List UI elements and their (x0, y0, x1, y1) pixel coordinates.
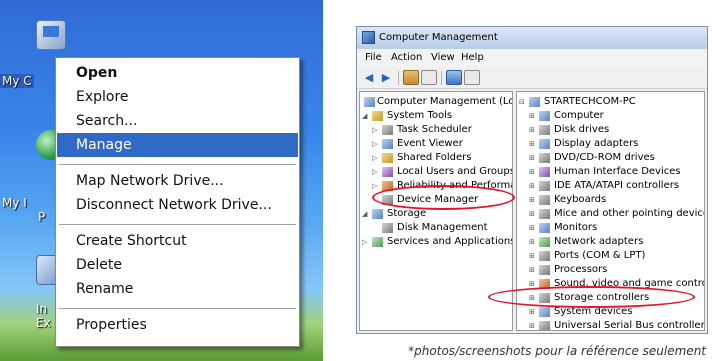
monitor-icon (539, 223, 550, 233)
shared-folders-icon (382, 153, 393, 163)
computer-management-icon (362, 31, 375, 44)
computer-icon (529, 97, 540, 107)
computer-management-icon (364, 97, 375, 107)
processor-icon (539, 265, 550, 275)
plus-expander-icon[interactable]: ⊞ (529, 263, 538, 277)
menu-disconnect-network-drive[interactable]: Disconnect Network Drive... (57, 193, 298, 217)
plus-expander-icon[interactable]: ⊞ (529, 109, 538, 123)
collapsed-triangle-icon[interactable]: ▷ (372, 123, 381, 137)
menu-separator (59, 164, 296, 165)
system-devices-icon (539, 307, 550, 317)
plus-expander-icon[interactable]: ⊞ (529, 305, 538, 319)
properties-icon[interactable] (464, 70, 480, 85)
menu-map-network-drive[interactable]: Map Network Drive... (57, 169, 298, 193)
menu-explore[interactable]: Explore (57, 85, 298, 109)
menu-create-shortcut[interactable]: Create Shortcut (57, 229, 298, 253)
back-arrow-icon[interactable]: ◀ (361, 70, 377, 85)
display-adapter-icon (539, 139, 550, 149)
window-title-text: Computer Management (379, 32, 498, 43)
users-group-icon (382, 167, 393, 177)
mouse-icon (539, 209, 550, 219)
desktop-label-ex[interactable]: Ex (36, 316, 51, 330)
dvd-drive-icon (539, 153, 550, 163)
context-menu: Open Explore Search... Manage Map Networ… (55, 57, 300, 347)
hid-icon (539, 167, 550, 177)
desktop-label-p[interactable]: P (38, 210, 45, 224)
disk-management-icon (382, 223, 393, 233)
plus-expander-icon[interactable]: ⊞ (529, 249, 538, 263)
plus-expander-icon[interactable]: ⊞ (529, 137, 538, 151)
window-title: Computer Management (357, 27, 707, 49)
plus-expander-icon[interactable]: ⊞ (529, 319, 538, 330)
plus-expander-icon[interactable]: ⊞ (529, 235, 538, 249)
expanded-triangle-icon[interactable]: ◢ (362, 109, 371, 123)
show-hide-tree-icon[interactable] (421, 70, 437, 85)
toolbar-separator (398, 71, 399, 85)
computer-management-window: Computer Management File Action View Hel… (356, 26, 708, 334)
plus-expander-icon[interactable]: ⊞ (529, 221, 538, 235)
menu-view[interactable]: View (431, 49, 455, 67)
storage-controller-icon (539, 293, 550, 303)
services-icon (372, 237, 383, 247)
collapsed-triangle-icon[interactable]: ▷ (362, 235, 371, 249)
menu-rename[interactable]: Rename (57, 277, 298, 301)
my-computer-icon[interactable] (36, 20, 66, 50)
menu-search[interactable]: Search... (57, 109, 298, 133)
forward-arrow-icon[interactable]: ▶ (378, 70, 394, 85)
event-viewer-icon (382, 139, 393, 149)
up-folder-icon[interactable] (403, 70, 419, 85)
sound-icon (539, 279, 550, 289)
menu-bar: File Action View Help (357, 49, 707, 67)
xp-desktop: My C My I P In Ex Open Explore Search...… (0, 0, 323, 361)
caption: *photos/screenshots pour la référence se… (408, 344, 706, 358)
computer-icon (539, 111, 550, 121)
reliability-icon (382, 181, 393, 191)
plus-expander-icon[interactable]: ⊞ (529, 165, 538, 179)
desktop-label-my-i[interactable]: My I (2, 196, 27, 210)
help-icon[interactable] (446, 70, 462, 85)
port-icon (539, 251, 550, 261)
my-computer-label[interactable]: My C (0, 74, 34, 88)
device-list-pane: ⊟ STARTECHCOM-PC ⊞ Computer ⊞ Disk drives … (516, 91, 705, 331)
menu-open[interactable]: Open (57, 61, 298, 85)
collapsed-triangle-icon[interactable]: ▷ (372, 179, 381, 193)
usb-icon (539, 321, 550, 330)
desktop-label-in[interactable]: In (36, 302, 47, 316)
disk-drive-icon (539, 125, 550, 135)
plus-expander-icon[interactable]: ⊞ (529, 179, 538, 193)
plus-expander-icon[interactable]: ⊞ (529, 193, 538, 207)
menu-manage[interactable]: Manage (57, 133, 298, 157)
expanded-triangle-icon[interactable]: ◢ (362, 207, 371, 221)
device-manager-icon (382, 195, 393, 205)
menu-delete[interactable]: Delete (57, 253, 298, 277)
menu-file[interactable]: File (365, 49, 382, 67)
plus-expander-icon[interactable]: ⊞ (529, 277, 538, 291)
menu-help[interactable]: Help (461, 49, 484, 67)
console-tree-pane: Computer Management (Local ◢ System Tool… (359, 91, 513, 331)
plus-expander-icon[interactable]: ⊞ (529, 151, 538, 165)
ide-controller-icon (539, 181, 550, 191)
menu-properties[interactable]: Properties (57, 313, 298, 337)
minus-expander-icon[interactable]: ⊟ (519, 95, 528, 109)
task-scheduler-icon (382, 125, 393, 135)
network-adapter-icon (539, 237, 550, 247)
menu-action[interactable]: Action (391, 49, 422, 67)
keyboard-icon (539, 195, 550, 205)
menu-separator (59, 308, 296, 309)
toolbar-separator (441, 71, 442, 85)
collapsed-triangle-icon[interactable]: ▷ (372, 137, 381, 151)
menu-separator (59, 224, 296, 225)
plus-expander-icon[interactable]: ⊞ (529, 123, 538, 137)
system-tools-icon (372, 111, 383, 121)
plus-expander-icon[interactable]: ⊞ (529, 207, 538, 221)
toolbar: ◀ ▶ (357, 67, 707, 89)
collapsed-triangle-icon[interactable]: ▷ (372, 165, 381, 179)
storage-icon (372, 209, 383, 219)
plus-expander-icon[interactable]: ⊞ (529, 291, 538, 305)
collapsed-triangle-icon[interactable]: ▷ (372, 151, 381, 165)
